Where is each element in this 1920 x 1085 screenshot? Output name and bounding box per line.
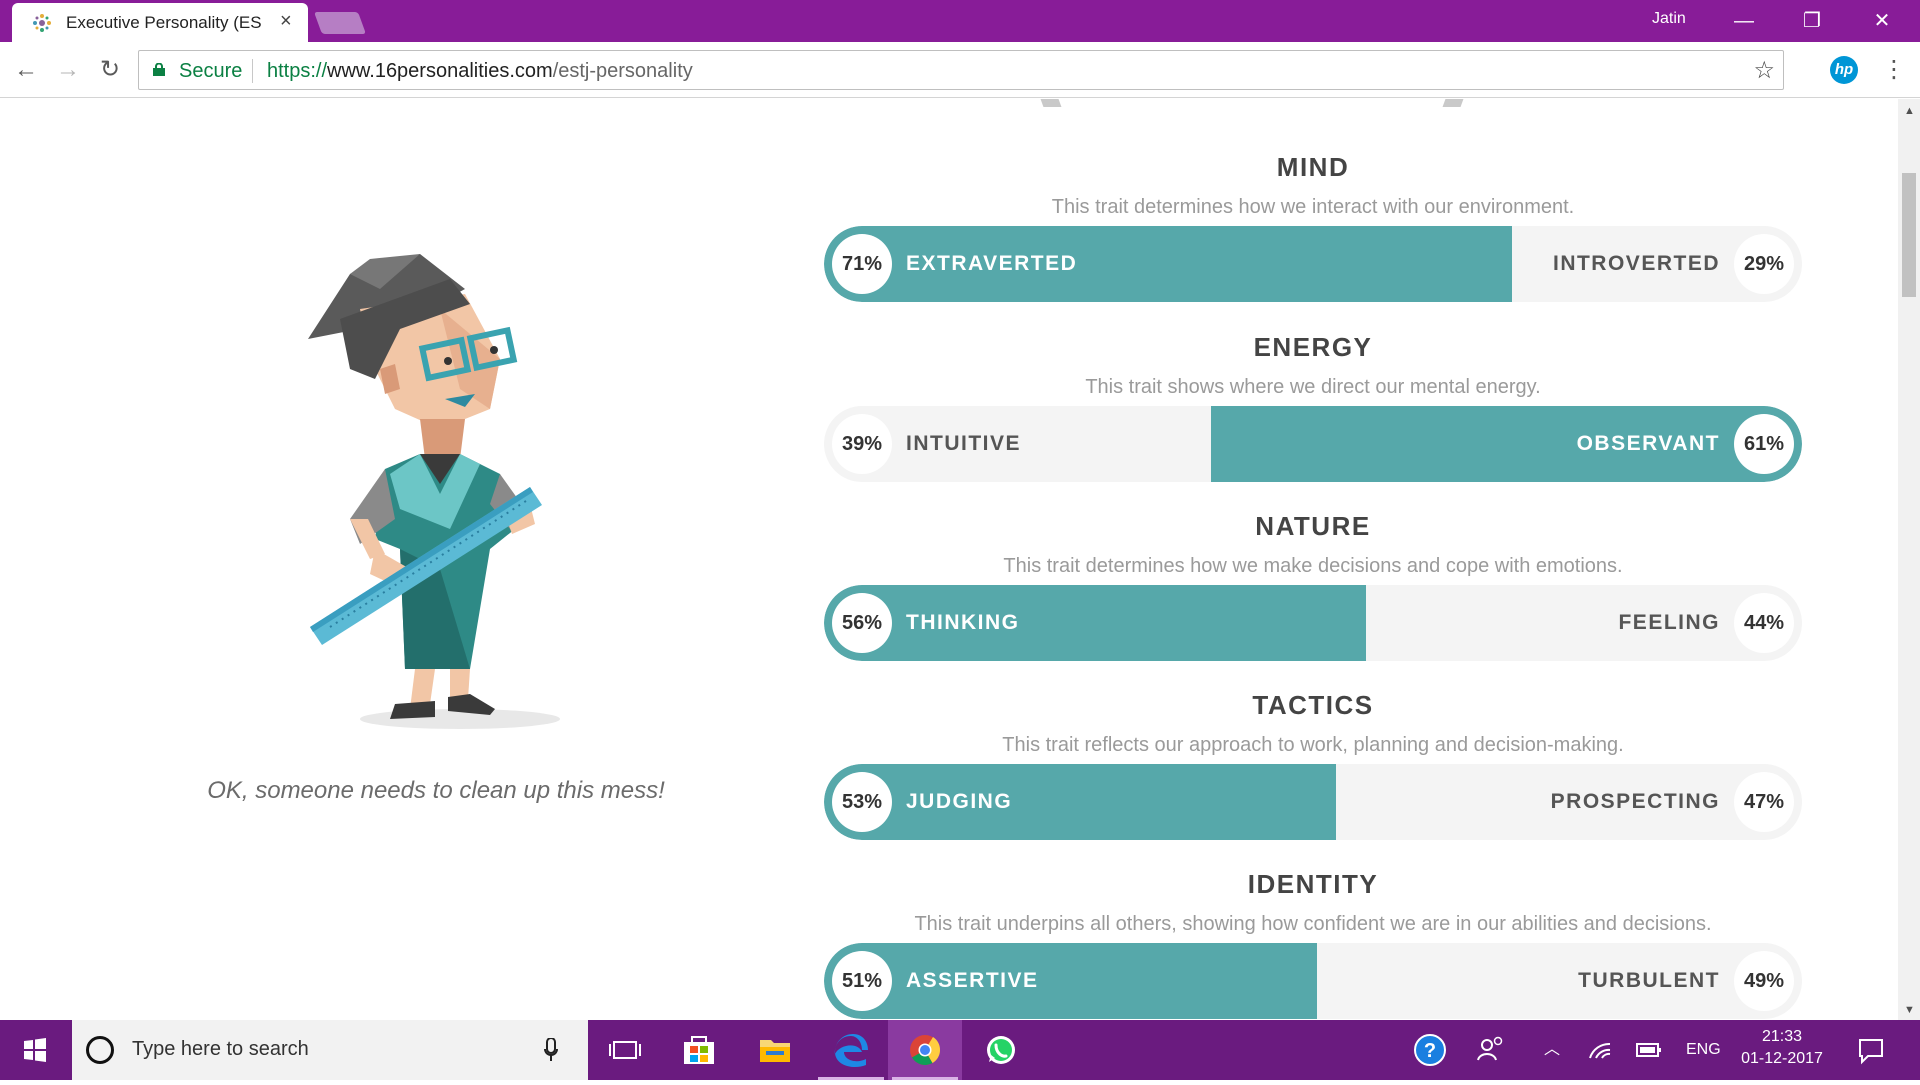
edge-taskbar-button[interactable] bbox=[814, 1020, 888, 1080]
scroll-up-icon[interactable]: ▲ bbox=[1904, 105, 1915, 117]
profile-name[interactable]: Jatin bbox=[1652, 10, 1686, 28]
right-percent: 29% bbox=[1734, 234, 1794, 294]
executive-character-illustration bbox=[308, 254, 560, 729]
page-scrollbar[interactable]: ▲ ▼ bbox=[1898, 99, 1920, 1020]
browser-tab[interactable]: Executive Personality (ES × bbox=[12, 3, 308, 42]
left-label: EXTRAVERTED bbox=[906, 252, 1078, 275]
left-label: ASSERTIVE bbox=[906, 969, 1039, 992]
url-text[interactable]: https://www.16personalities.com/estj-per… bbox=[267, 60, 693, 83]
tab-close-icon[interactable]: × bbox=[280, 10, 292, 33]
taskbar-search-box[interactable]: Type here to search bbox=[72, 1020, 588, 1080]
personality-quote: OK, someone needs to clean up this mess! bbox=[207, 777, 665, 804]
secure-label: Secure bbox=[179, 60, 243, 82]
chrome-icon bbox=[910, 1035, 941, 1066]
hp-extension-icon[interactable]: hp bbox=[1830, 56, 1858, 84]
restore-button[interactable]: ❐ bbox=[1782, 4, 1842, 38]
tab-title: Executive Personality (ES bbox=[66, 13, 262, 32]
back-button[interactable]: ← bbox=[8, 52, 44, 88]
left-percent: 39% bbox=[832, 414, 892, 474]
trait-title: MIND bbox=[1276, 152, 1350, 182]
whatsapp-icon[interactable] bbox=[964, 1020, 1038, 1080]
left-percent: 71% bbox=[832, 234, 892, 294]
scroll-down-icon[interactable]: ▼ bbox=[1904, 1004, 1915, 1016]
lock-icon bbox=[153, 63, 165, 76]
chrome-taskbar-button[interactable] bbox=[888, 1020, 962, 1080]
trait-description: This trait shows where we direct our men… bbox=[1085, 376, 1541, 398]
left-label: THINKING bbox=[906, 611, 1020, 634]
site-favicon-icon bbox=[33, 14, 51, 32]
left-percent: 51% bbox=[832, 951, 892, 1011]
right-label: OBSERVANT bbox=[1576, 432, 1720, 455]
svg-text:?: ? bbox=[1424, 1040, 1436, 1062]
right-percent: 61% bbox=[1734, 414, 1794, 474]
left-label: INTUITIVE bbox=[906, 432, 1022, 455]
trait-description: This trait underpins all others, showing… bbox=[914, 913, 1712, 935]
trait-title: IDENTITY bbox=[1247, 869, 1379, 899]
right-percent: 47% bbox=[1734, 772, 1794, 832]
minimize-button[interactable]: — bbox=[1714, 4, 1774, 38]
search-placeholder: Type here to search bbox=[132, 1038, 309, 1060]
right-percent: 44% bbox=[1734, 593, 1794, 653]
right-label: PROSPECTING bbox=[1550, 790, 1720, 813]
trait-bar[interactable]: 56% THINKING FEELING 44% bbox=[824, 585, 1802, 661]
people-icon[interactable] bbox=[1474, 1020, 1508, 1080]
section-decoration-right bbox=[1442, 99, 1464, 107]
page-content: OK, someone needs to clean up this mess!… bbox=[0, 99, 1898, 1020]
clock-time: 21:33 bbox=[1761, 1028, 1803, 1045]
forward-button[interactable]: → bbox=[50, 52, 86, 88]
url-host: www.16personalities.com bbox=[327, 60, 553, 82]
action-center-icon[interactable] bbox=[1856, 1020, 1886, 1080]
show-hidden-icons-icon[interactable]: ︿ bbox=[1538, 1020, 1566, 1080]
wifi-icon[interactable] bbox=[1588, 1020, 1612, 1080]
trait-description: This trait reflects our approach to work… bbox=[1002, 734, 1624, 756]
section-decoration-left bbox=[1040, 99, 1062, 107]
trait-title: TACTICS bbox=[1252, 690, 1374, 720]
url-path: /estj-personality bbox=[552, 60, 693, 82]
battery-icon[interactable] bbox=[1636, 1020, 1662, 1080]
browser-menu-icon[interactable]: ⋮ bbox=[1882, 54, 1906, 86]
help-icon[interactable]: ? bbox=[1410, 1020, 1450, 1080]
file-explorer-icon[interactable] bbox=[738, 1020, 812, 1080]
trait-bar[interactable]: 51% ASSERTIVE TURBULENT 49% bbox=[824, 943, 1802, 1019]
trait-title: NATURE bbox=[1255, 511, 1371, 541]
new-tab-button[interactable] bbox=[313, 12, 367, 34]
browser-title-bar: Executive Personality (ES × Jatin — ❐ ✕ bbox=[0, 0, 1920, 42]
address-bar[interactable]: Secure https://www.16personalities.com/e… bbox=[138, 50, 1784, 90]
trait-bar-fill bbox=[824, 764, 1336, 840]
trait-bar[interactable]: 71% EXTRAVERTED INTROVERTED 29% bbox=[824, 226, 1802, 302]
windows-taskbar: Type here to search ? ︿ ENG 21:33 01-12-… bbox=[0, 1020, 1920, 1080]
trait-description: This trait determines how we interact wi… bbox=[1051, 196, 1575, 218]
left-percent: 56% bbox=[832, 593, 892, 653]
windows-start-icon[interactable] bbox=[0, 1020, 70, 1080]
task-view-icon[interactable] bbox=[588, 1020, 662, 1080]
right-label: INTROVERTED bbox=[1552, 252, 1720, 275]
trait-bar[interactable]: 53% JUDGING PROSPECTING 47% bbox=[824, 764, 1802, 840]
right-label: TURBULENT bbox=[1578, 969, 1720, 992]
close-window-button[interactable]: ✕ bbox=[1852, 4, 1912, 38]
trait-description: This trait determines how we make decisi… bbox=[1003, 555, 1623, 577]
edge-icon bbox=[834, 1034, 868, 1068]
language-indicator[interactable]: ENG bbox=[1686, 1020, 1721, 1080]
trait-bar[interactable]: 39% INTUITIVE OBSERVANT 61% bbox=[824, 406, 1802, 482]
scroll-thumb[interactable] bbox=[1902, 173, 1916, 297]
store-icon[interactable] bbox=[662, 1020, 736, 1080]
trait-title: ENERGY bbox=[1253, 332, 1373, 362]
reload-button[interactable]: ↻ bbox=[92, 52, 128, 88]
right-label: FEELING bbox=[1618, 611, 1720, 634]
clock-date: 01-12-2017 bbox=[1741, 1050, 1823, 1067]
trait-bar-fill bbox=[824, 943, 1317, 1019]
left-percent: 53% bbox=[832, 772, 892, 832]
left-label: JUDGING bbox=[906, 790, 1013, 813]
address-divider bbox=[252, 59, 253, 83]
browser-toolbar: ← → ↻ Secure https://www.16personalities… bbox=[0, 42, 1920, 98]
right-percent: 49% bbox=[1734, 951, 1794, 1011]
system-clock[interactable]: 21:33 01-12-2017 bbox=[1736, 1026, 1828, 1070]
microphone-icon[interactable] bbox=[544, 1038, 558, 1062]
url-scheme: https:// bbox=[267, 60, 328, 82]
bookmark-star-icon[interactable]: ☆ bbox=[1753, 56, 1775, 85]
cortana-icon bbox=[86, 1036, 114, 1064]
